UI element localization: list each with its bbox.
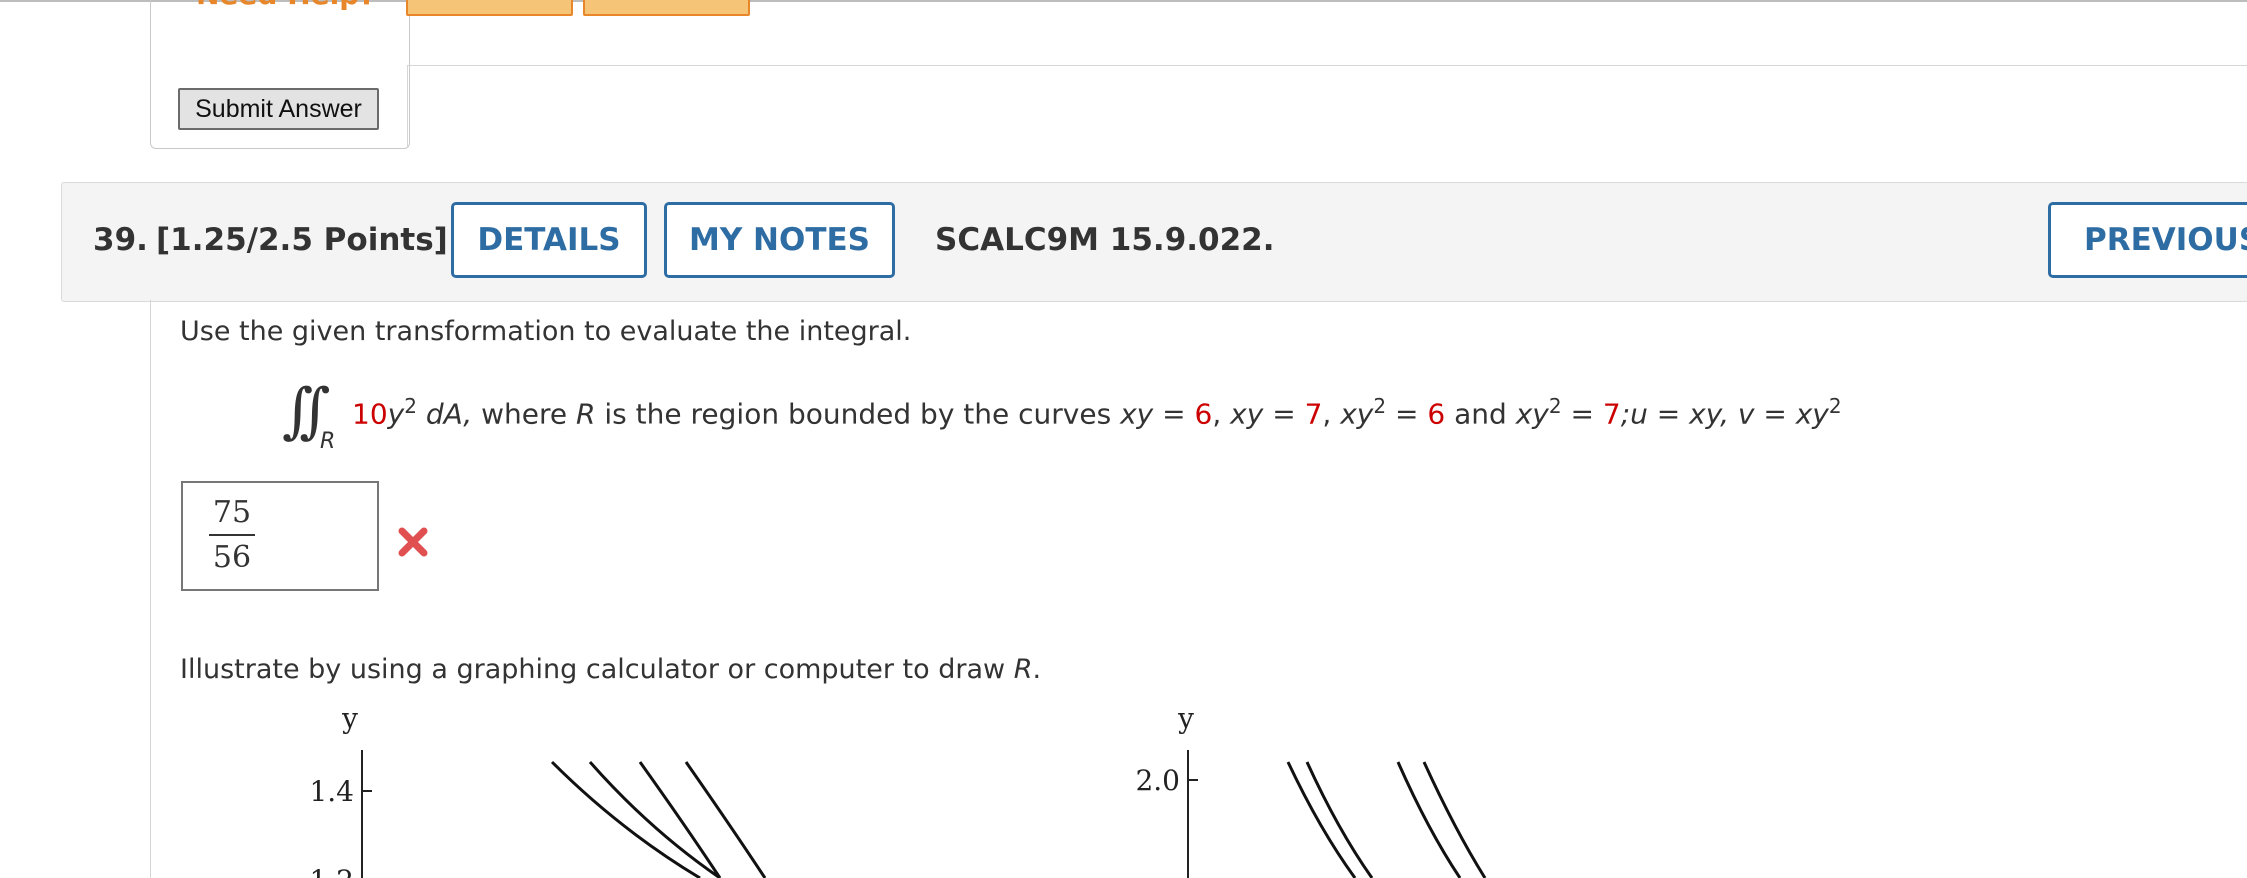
curve-4-exponent: 2 — [1548, 394, 1562, 418]
where-text: where — [481, 397, 568, 431]
help-button-watch-it[interactable] — [583, 0, 750, 16]
curve-1-lhs: xy — [1120, 397, 1154, 431]
curve-3-lhs: xy — [1340, 397, 1374, 431]
graph-left-curve-1 — [550, 760, 701, 878]
curve-2-lhs: xy — [1230, 397, 1264, 431]
answer-numerator: 75 — [212, 495, 252, 530]
graph-right-curve-4 — [1422, 761, 1487, 878]
submit-answer-button[interactable]: Submit Answer — [178, 88, 379, 130]
integral-region-subscript: R — [320, 429, 336, 454]
integrand-exponent: 2 — [404, 394, 417, 418]
curve-2-value: 7 — [1304, 397, 1323, 431]
integrand-coefficient: 10 — [352, 397, 388, 431]
region-variable: R — [576, 397, 596, 431]
help-button-read-it[interactable] — [406, 0, 573, 16]
question-prompt: Use the given transformation to evaluate… — [180, 316, 912, 347]
curve-3-value: 6 — [1427, 397, 1446, 431]
curve-4-lhs: xy — [1515, 397, 1549, 431]
graph-right-y-label: y — [1177, 702, 1194, 735]
illustrate-text: Illustrate by using a graphing calculato… — [180, 654, 1006, 685]
integral-body: 10y2 dA, where R is the region bounded b… — [352, 394, 1842, 431]
curve-1-value: 6 — [1194, 397, 1213, 431]
incorrect-x-icon — [398, 527, 428, 557]
transformation-text: ;u = xy, v = xy — [1620, 397, 1829, 431]
curve-3-eq: = — [1395, 397, 1419, 431]
my-notes-button[interactable]: MY NOTES — [664, 202, 895, 278]
curve-3-exponent: 2 — [1373, 394, 1387, 418]
illustrate-period: . — [1032, 654, 1042, 685]
curve-2-eq: = — [1272, 397, 1296, 431]
previous-question-divider-line — [407, 65, 2247, 66]
need-help-label: Need Help? — [196, 0, 376, 11]
previous-button[interactable]: PREVIOUS — [2048, 202, 2247, 278]
region-graph-right: y 2.0 — [1135, 702, 1487, 878]
graph-right-curve-1 — [1286, 761, 1357, 878]
question-number: 39. — [93, 222, 148, 258]
curve-1-eq: = — [1162, 397, 1186, 431]
question-points: [1.25/2.5 Points] — [156, 222, 448, 258]
curve-4-value: 7 — [1602, 397, 1621, 431]
graph-right-tick-label-1: 2.0 — [1135, 764, 1180, 797]
question-body-border — [150, 300, 151, 878]
bounded-text: is the region bounded by the curves — [604, 397, 1112, 431]
details-button[interactable]: DETAILS — [451, 202, 647, 278]
and-text: and — [1454, 397, 1507, 431]
illustrate-instruction: Illustrate by using a graphing calculato… — [180, 654, 1041, 685]
question-code: SCALC9M 15.9.022. — [935, 222, 1275, 258]
answer-fraction: 75 56 — [209, 495, 255, 575]
illustrate-region-variable: R — [1013, 654, 1033, 685]
graph-left-curve-2 — [588, 761, 721, 878]
integral-differential: dA, — [425, 397, 473, 431]
graph-left-curve-3 — [638, 761, 722, 878]
double-integral-symbol: ∫∫ — [282, 376, 330, 446]
answer-input[interactable]: 75 56 — [181, 481, 379, 591]
integrand-variable: y — [387, 397, 405, 431]
graph-left-tick-label-1: 1.4 — [309, 775, 354, 808]
region-graph-left: y 1.4 1.2 — [309, 702, 767, 878]
curve-4-eq: = — [1570, 397, 1594, 431]
fraction-bar — [209, 534, 255, 536]
transformation-exponent: 2 — [1828, 394, 1842, 418]
graph-left-tick-label-2: 1.2 — [309, 864, 354, 878]
previous-question-divider — [407, 65, 408, 148]
answer-denominator: 56 — [212, 540, 252, 575]
graph-left-y-label: y — [341, 702, 358, 735]
